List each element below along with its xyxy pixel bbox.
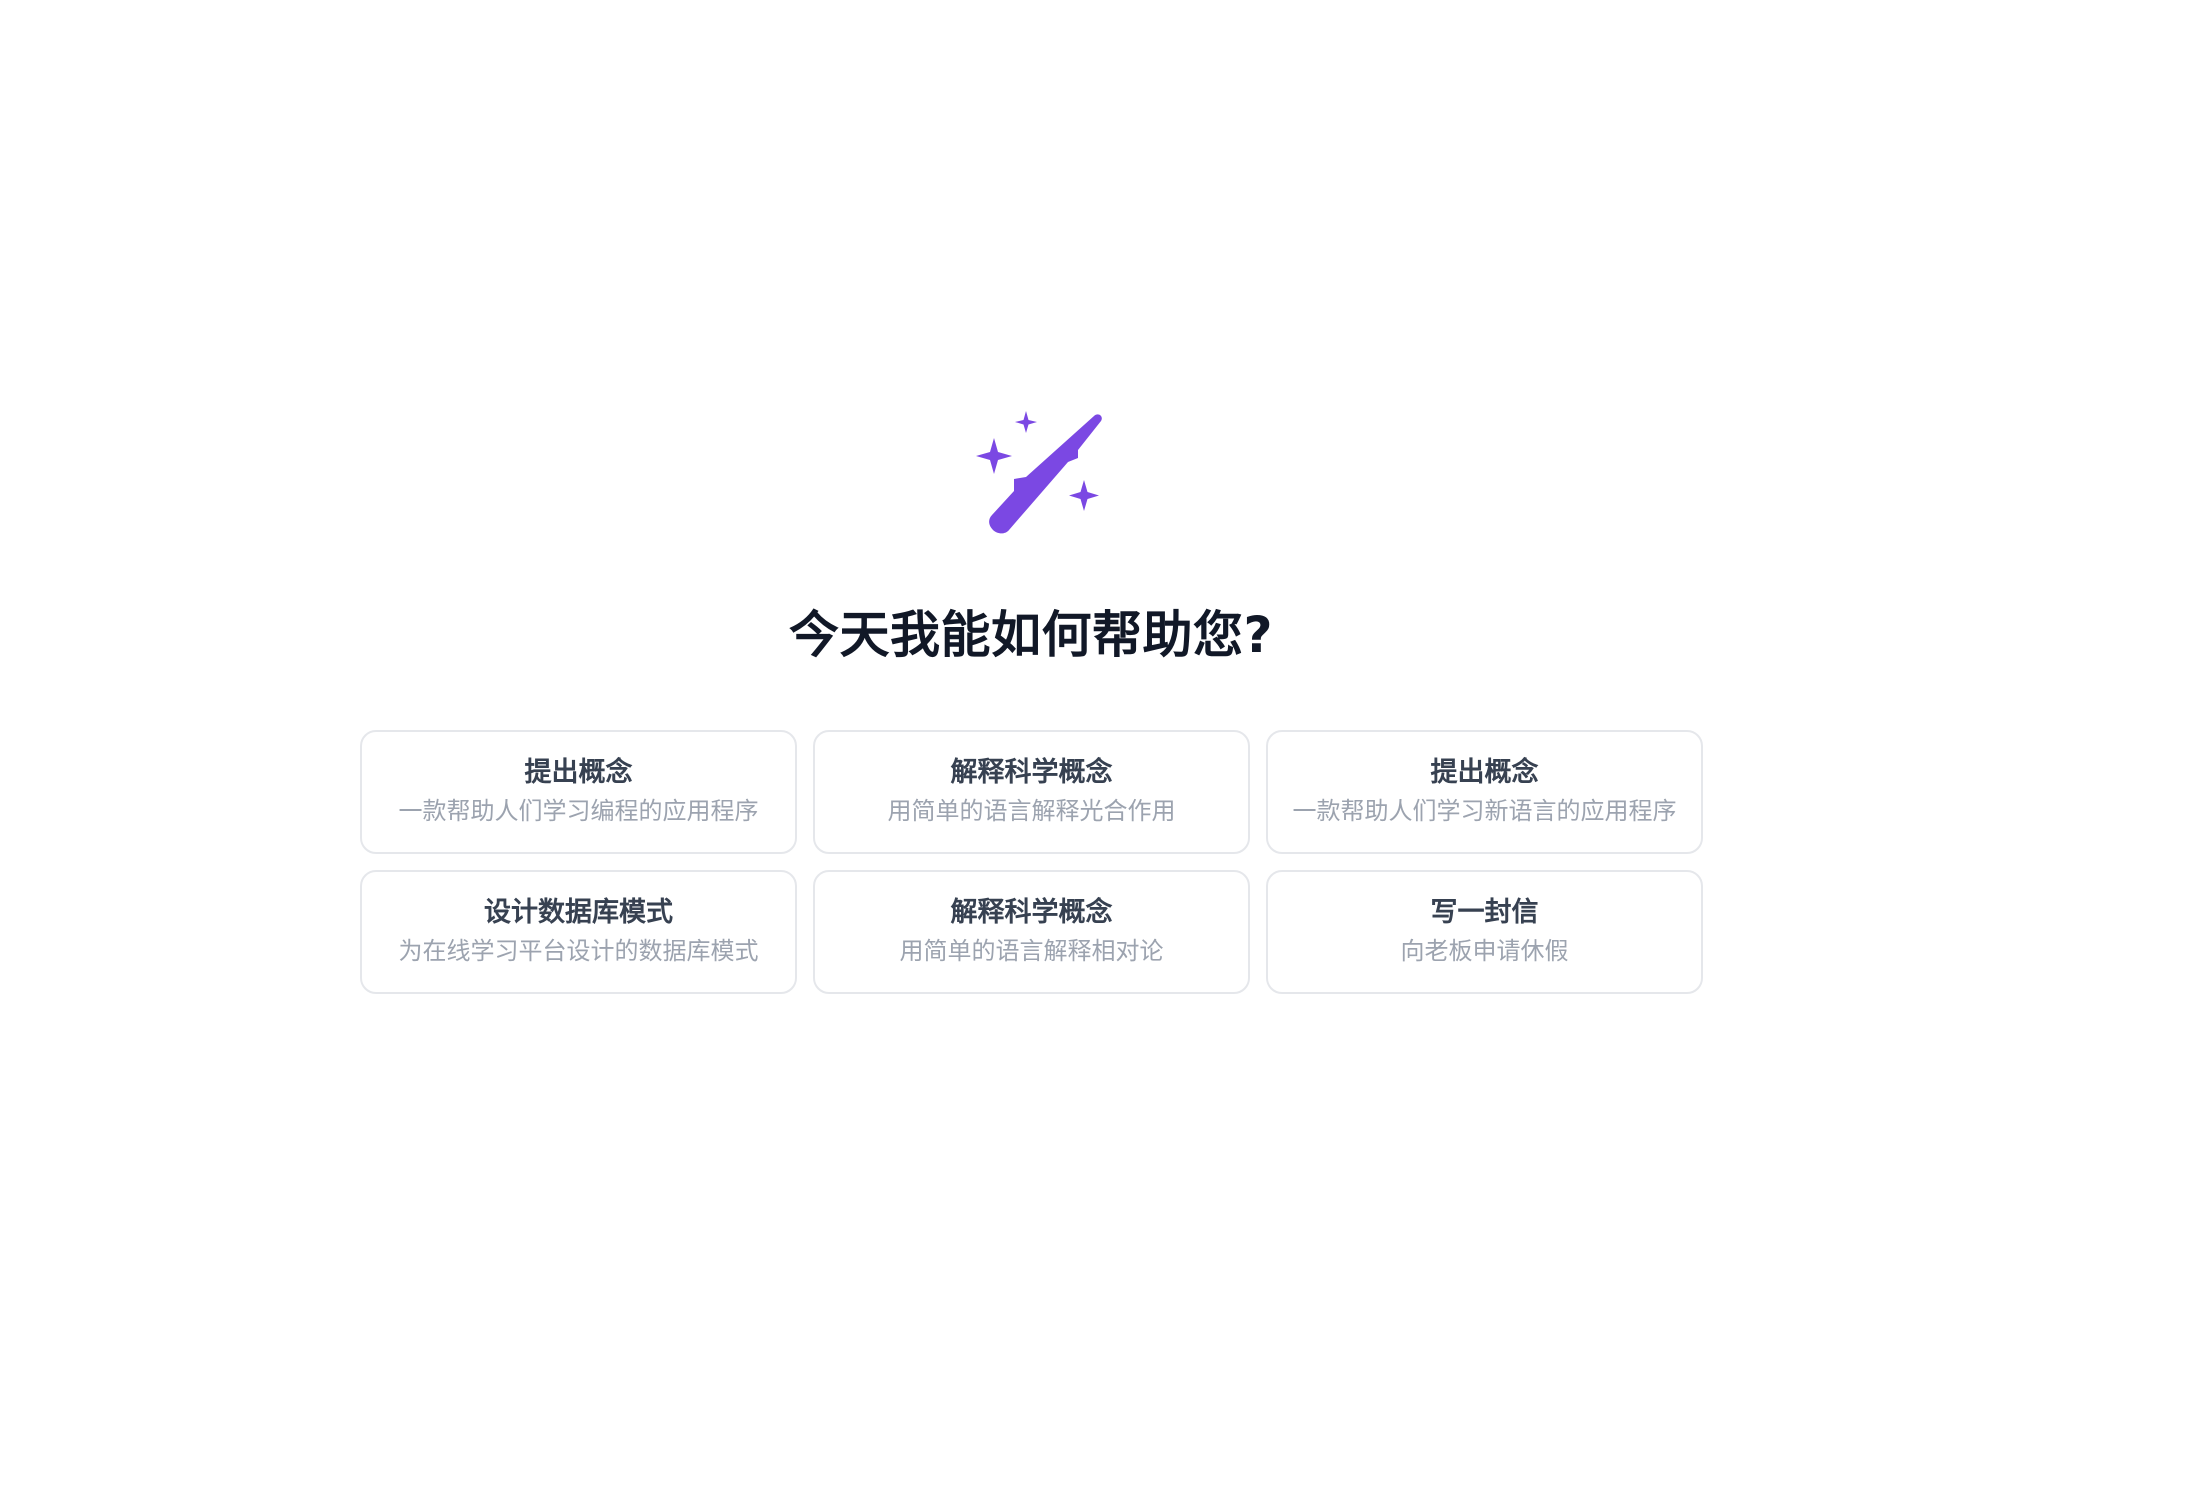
suggestion-grid: 提出概念 一款帮助人们学习编程的应用程序 解释科学概念 用简单的语言解释光合作用… xyxy=(360,730,1704,994)
suggestion-title: 提出概念 xyxy=(1430,757,1539,788)
suggestion-title: 解释科学概念 xyxy=(950,757,1113,788)
suggestion-subtitle: 为在线学习平台设计的数据库模式 xyxy=(398,937,759,965)
suggestion-card[interactable]: 设计数据库模式 为在线学习平台设计的数据库模式 xyxy=(360,870,797,994)
suggestion-card[interactable]: 提出概念 一款帮助人们学习新语言的应用程序 xyxy=(1266,730,1703,854)
suggestion-card[interactable]: 写一封信 向老板申请休假 xyxy=(1266,870,1703,994)
page-title: 今天我能如何帮助您? xyxy=(788,606,1273,664)
suggestion-subtitle: 向老板申请休假 xyxy=(1400,937,1569,965)
suggestion-subtitle: 用简单的语言解释光合作用 xyxy=(887,797,1176,825)
suggestion-title: 提出概念 xyxy=(524,757,633,788)
suggestion-card[interactable]: 提出概念 一款帮助人们学习编程的应用程序 xyxy=(360,730,797,854)
suggestion-subtitle: 用简单的语言解释相对论 xyxy=(899,937,1164,965)
suggestion-title: 解释科学概念 xyxy=(950,897,1113,928)
suggestion-card[interactable]: 解释科学概念 用简单的语言解释相对论 xyxy=(813,870,1250,994)
suggestion-title: 写一封信 xyxy=(1430,897,1539,928)
suggestion-title: 设计数据库模式 xyxy=(484,897,673,928)
chat-welcome-page: 今天我能如何帮助您? 提出概念 一款帮助人们学习编程的应用程序 解释科学概念 用… xyxy=(0,0,2192,1496)
suggestion-subtitle: 一款帮助人们学习编程的应用程序 xyxy=(398,797,759,825)
magic-wand-icon xyxy=(972,406,1108,542)
suggestion-subtitle: 一款帮助人们学习新语言的应用程序 xyxy=(1292,797,1677,825)
suggestion-card[interactable]: 解释科学概念 用简单的语言解释光合作用 xyxy=(813,730,1250,854)
